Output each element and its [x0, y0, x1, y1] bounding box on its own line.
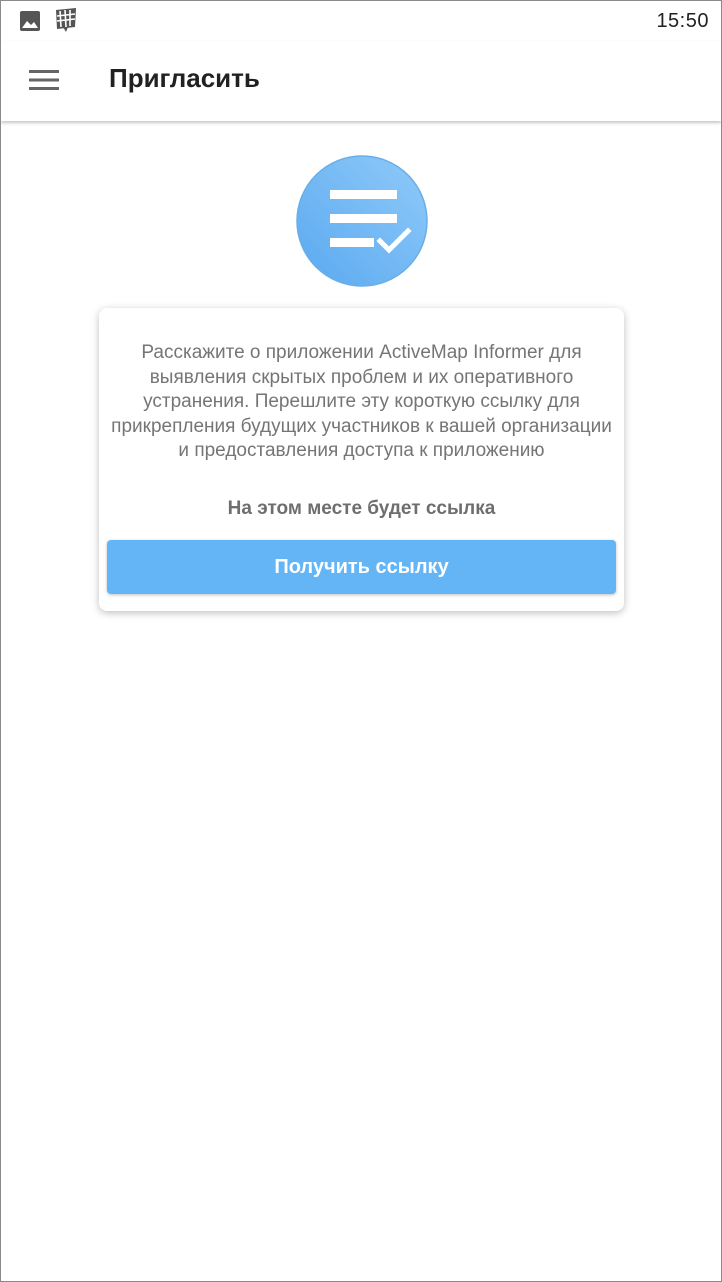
image-notification-icon: [19, 10, 41, 37]
app-bar: Пригласить: [1, 41, 721, 121]
checklist-icon: [296, 155, 428, 287]
invite-link-placeholder[interactable]: На этом месте будет ссылка: [99, 498, 624, 520]
hamburger-menu-icon[interactable]: [29, 69, 59, 91]
status-bar: 15:50: [1, 1, 721, 41]
invite-description: Расскажите о приложении ActiveMap Inform…: [111, 342, 612, 461]
status-time: 15:50: [656, 10, 709, 32]
map-notification-icon: [54, 7, 78, 38]
app-screen: 15:50 Пригласить Расскажите о приложении…: [0, 0, 722, 1282]
invite-card: Расскажите о приложении ActiveMap Inform…: [99, 308, 624, 611]
page-title: Пригласить: [109, 63, 260, 93]
get-link-button[interactable]: Получить ссылку: [107, 540, 616, 594]
